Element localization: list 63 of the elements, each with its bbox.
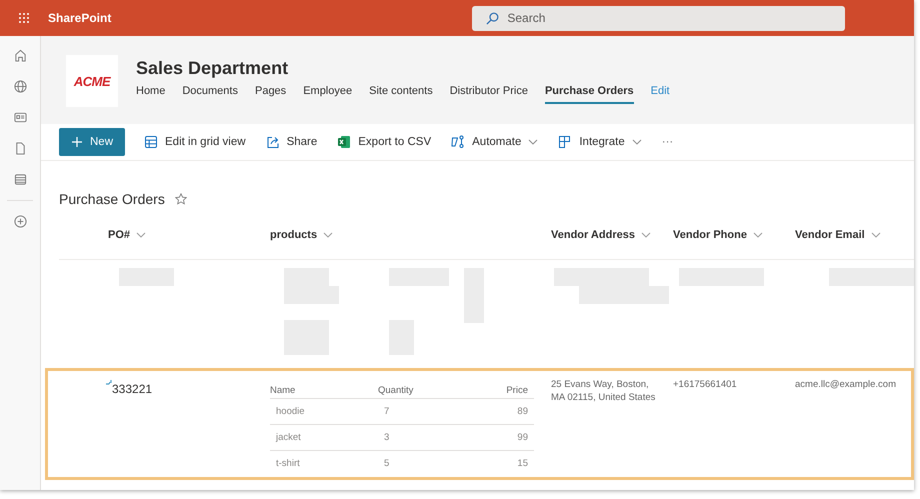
nav-link[interactable]: Home (136, 85, 166, 104)
list-icon[interactable] (14, 173, 26, 186)
search-field[interactable]: Search (472, 6, 846, 30)
integrate-icon (558, 135, 572, 149)
new-button[interactable]: New (59, 128, 126, 156)
column-header[interactable]: PO# (59, 229, 270, 241)
command-button[interactable]: Edit in grid view (137, 128, 253, 156)
table-cell-text: 5 (384, 458, 390, 469)
vendor-email: acme.llc@example.com (795, 379, 897, 392)
file-icon[interactable] (14, 142, 26, 155)
table-cell-text: 99 (516, 432, 528, 443)
news-icon[interactable] (14, 111, 26, 124)
chevron-down-icon (323, 231, 334, 239)
home-icon[interactable] (14, 49, 26, 62)
table-cell-text: t-shirt (276, 458, 301, 469)
nav-link[interactable]: Pages (254, 85, 286, 104)
vendor-phone: +16175661401 (673, 379, 738, 392)
chevron-down-icon (752, 231, 763, 239)
po-number: 333221 (112, 382, 152, 396)
app-launcher-icon[interactable] (18, 12, 30, 24)
nav-link[interactable]: Distributor Price (450, 85, 528, 104)
command-button[interactable]: Share (258, 128, 324, 156)
chevron-down-icon (632, 138, 642, 146)
chevron-down-icon (136, 231, 146, 239)
chevron-down-icon (870, 231, 881, 239)
table-header: Quantity (378, 385, 414, 396)
flow-icon (451, 135, 466, 149)
column-header[interactable]: Vendor Address (551, 229, 673, 241)
globe-icon[interactable] (14, 80, 26, 93)
chevron-down-icon (640, 231, 651, 239)
column-header[interactable]: products (270, 229, 551, 241)
star-icon[interactable] (174, 193, 187, 205)
nav-link[interactable]: Site contents (369, 85, 433, 104)
table-cell-text: 3 (384, 432, 390, 443)
site-title: Sales Department (136, 58, 290, 79)
table-header: Name (270, 385, 296, 396)
list-title: Purchase Orders (59, 191, 165, 207)
logo-text: ACME (74, 74, 110, 88)
table-cell-text: jacket (276, 432, 302, 443)
command-button[interactable]: Automate (444, 128, 546, 156)
nav-link[interactable]: Employee (303, 85, 352, 104)
table-cell-text: 89 (516, 406, 528, 417)
table-cell-text: 15 (516, 458, 528, 469)
vendor-address: 25 Evans Way, Boston, MA 02115, United States (551, 379, 656, 405)
table-cell-text: 7 (384, 406, 390, 417)
edit-link[interactable]: Edit (650, 85, 670, 104)
command-button[interactable]: Export to CSV (330, 128, 438, 156)
nav-link[interactable]: Documents (182, 85, 238, 104)
plus-icon (71, 136, 83, 148)
table-header: Price (505, 385, 528, 396)
command-button[interactable]: Integrate (551, 128, 649, 156)
add-icon[interactable] (14, 215, 26, 228)
column-header[interactable]: Vendor Email (795, 229, 905, 241)
new-item-icon (105, 379, 112, 385)
table-cell-text: hoodie (276, 406, 306, 417)
nav-link[interactable]: Purchase Orders (544, 85, 634, 104)
app-name[interactable]: SharePoint (48, 11, 112, 25)
spreadsheet-icon (337, 135, 352, 149)
column-header[interactable]: Vendor Phone (673, 229, 795, 241)
chevron-down-icon (528, 138, 538, 146)
grid-icon (144, 135, 158, 149)
share-icon (266, 135, 280, 149)
more-button[interactable]: ··· (654, 128, 680, 156)
